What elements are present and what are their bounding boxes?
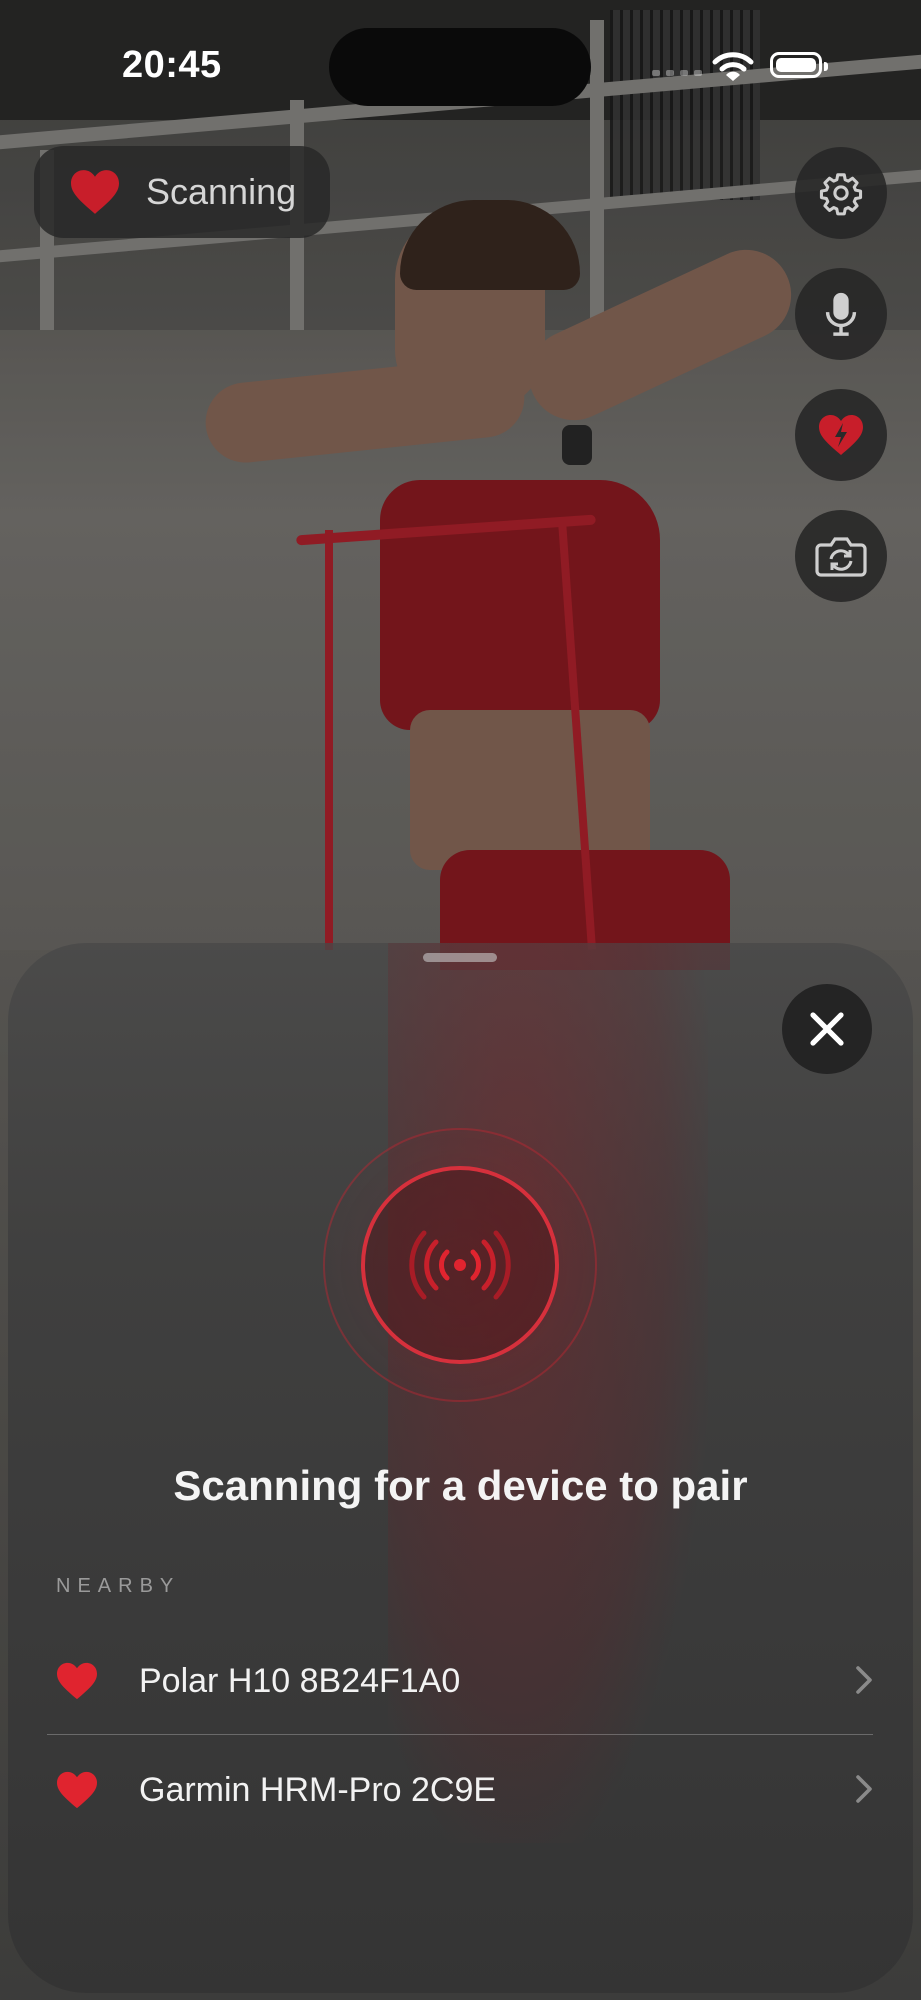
heart-icon bbox=[57, 1662, 97, 1700]
device-name: Garmin HRM-Pro 2C9E bbox=[139, 1770, 497, 1809]
sheet-grabber[interactable] bbox=[423, 953, 497, 962]
scanning-label: Scanning bbox=[146, 171, 297, 212]
microphone-button[interactable] bbox=[795, 268, 887, 360]
heart-bolt-icon bbox=[819, 415, 863, 455]
scanning-radar bbox=[361, 1166, 559, 1364]
device-row[interactable]: Polar H10 8B24F1A0 bbox=[47, 1627, 873, 1735]
status-time: 20:45 bbox=[122, 44, 222, 86]
device-row[interactable]: Garmin HRM-Pro 2C9E bbox=[47, 1736, 873, 1844]
battery-icon bbox=[770, 52, 828, 78]
sheet-title: Scanning for a device to pair bbox=[173, 1462, 748, 1509]
heart-icon bbox=[57, 1771, 97, 1809]
close-icon bbox=[810, 1012, 844, 1046]
dynamic-island bbox=[329, 28, 591, 106]
section-label-nearby: NEARBY bbox=[56, 1575, 181, 1597]
gear-icon bbox=[819, 173, 863, 216]
broadcast-icon bbox=[409, 1230, 511, 1300]
heart-rate-button[interactable] bbox=[795, 389, 887, 481]
device-name: Polar H10 8B24F1A0 bbox=[139, 1661, 461, 1700]
heart-icon bbox=[71, 170, 119, 214]
row-divider bbox=[47, 1734, 873, 1735]
settings-button[interactable] bbox=[795, 147, 887, 239]
chevron-right-icon bbox=[856, 1775, 872, 1803]
close-button[interactable] bbox=[782, 984, 872, 1074]
switch-camera-button[interactable] bbox=[795, 510, 887, 602]
microphone-icon bbox=[825, 292, 857, 336]
chevron-right-icon bbox=[856, 1666, 872, 1694]
wifi-icon bbox=[712, 52, 754, 81]
scanning-status-pill[interactable]: Scanning bbox=[34, 146, 330, 238]
camera-rotate-icon bbox=[815, 537, 867, 577]
cellular-signal-icon bbox=[652, 70, 702, 76]
